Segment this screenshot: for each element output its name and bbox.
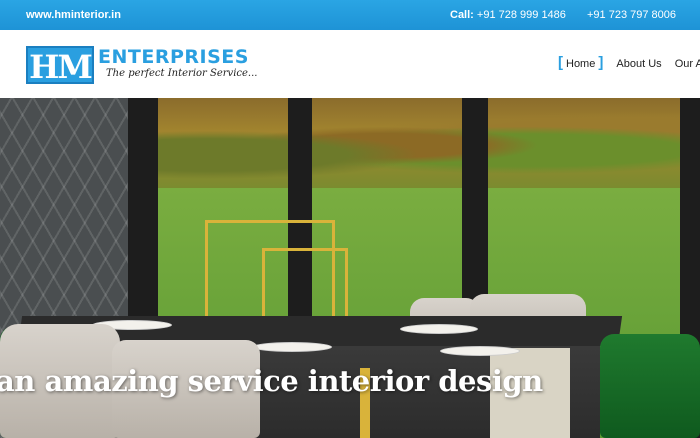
plate <box>252 342 332 352</box>
call-label: Call: <box>450 9 474 21</box>
call-info: Call: +91 728 999 1486 <box>450 9 566 21</box>
active-bracket-right: ] <box>598 54 604 71</box>
site-logo[interactable]: HM ENTERPRISES The perfect Interior Serv… <box>26 46 257 86</box>
top-contact-bar: www.hminterior.in Call: +91 728 999 1486… <box>0 0 700 30</box>
green-chair <box>600 334 700 438</box>
logo-mark: HM <box>26 46 94 86</box>
website-link[interactable]: www.hminterior.in <box>26 9 121 21</box>
plate <box>400 324 478 334</box>
nav-item-our[interactable]: Our Ai <box>675 58 700 70</box>
nav-item-about-us[interactable]: About Us <box>616 58 661 70</box>
nav-label: Home <box>566 58 596 70</box>
logo-name: ENTERPRISES <box>98 46 249 68</box>
hero-headline: an amazing service interior design <box>0 364 543 398</box>
hero-banner: an amazing service interior design <box>0 98 700 438</box>
main-nav: [Home] About Us Our Ai <box>558 54 700 71</box>
phone-number-2[interactable]: +91 723 797 8006 <box>587 9 676 21</box>
phone-number-1[interactable]: +91 728 999 1486 <box>477 9 566 21</box>
plate <box>440 346 520 356</box>
nav-item-home[interactable]: [Home] <box>558 54 604 71</box>
logo-tagline: The perfect Interior Service... <box>106 68 258 79</box>
site-header: HM ENTERPRISES The perfect Interior Serv… <box>0 30 700 98</box>
